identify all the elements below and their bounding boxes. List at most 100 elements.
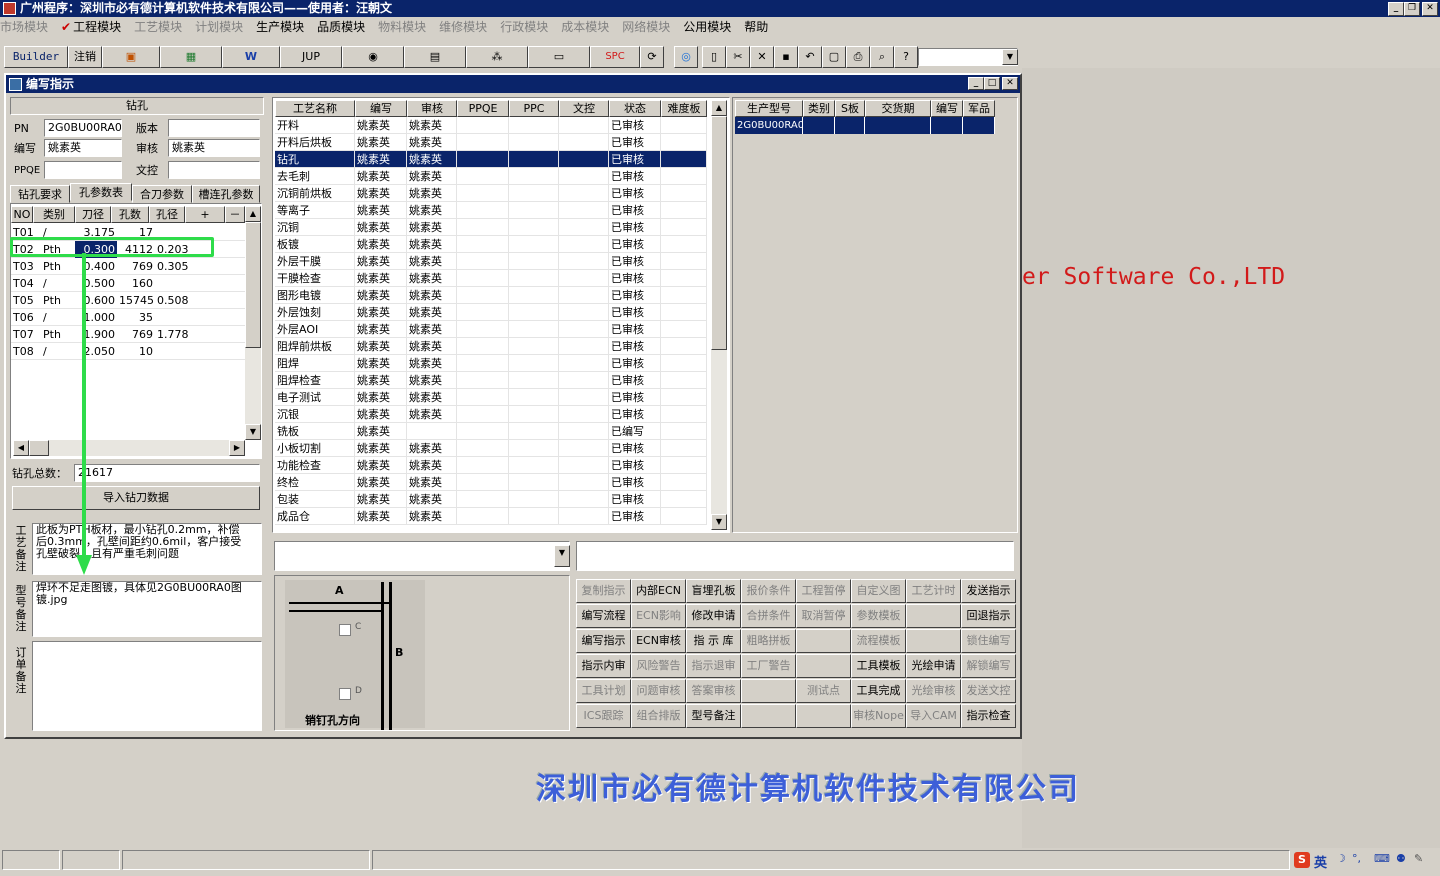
menu-item-9[interactable]: 成本模块 (561, 20, 609, 34)
chevron-down-icon[interactable]: ▼ (554, 545, 570, 567)
table-row[interactable]: T03 Pth 0.400 769 0.305 (11, 258, 245, 275)
order-col-header[interactable]: 交货期 (865, 100, 931, 117)
process-col-header[interactable]: 工艺名称 (275, 100, 355, 117)
table-row[interactable]: 沉银 姚素英 姚素英 已审核 (275, 406, 707, 423)
print-icon[interactable]: ⎙ (846, 46, 870, 68)
action-button-0-4[interactable]: 工程暂停 (796, 579, 851, 603)
spc-button[interactable]: SPC (590, 46, 640, 68)
table-row[interactable]: 去毛刺 姚素英 姚素英 已审核 (275, 168, 707, 185)
ime-mode[interactable]: 英 (1314, 852, 1327, 871)
drill-total-field[interactable]: 21617 (74, 464, 260, 482)
hscroll-thumb[interactable] (29, 440, 49, 456)
editor-field[interactable]: 姚素英 (44, 139, 122, 157)
scroll-up-icon[interactable]: ▲ (711, 100, 727, 116)
wrench-icon[interactable]: ✎ (1414, 852, 1423, 865)
order-cell[interactable] (931, 117, 963, 134)
user-icon[interactable]: ⚉ (1396, 852, 1406, 865)
table-row[interactable]: 开料后烘板 姚素英 姚素英 已审核 (275, 134, 707, 151)
action-button-3-7[interactable]: 解锁编写 (961, 654, 1016, 678)
wenkong-field[interactable] (168, 161, 260, 179)
undo-icon[interactable]: ↶ (798, 46, 822, 68)
table-row[interactable]: 钻孔 姚素英 姚素英 已审核 (275, 151, 707, 168)
table-row[interactable]: 外层蚀刻 姚素英 姚素英 已审核 (275, 304, 707, 321)
order-cell[interactable] (963, 117, 995, 134)
close-button[interactable]: ✕ (1422, 2, 1438, 16)
database-icon[interactable]: ▤ (404, 46, 466, 68)
menu-item-10[interactable]: 网络模块 (622, 20, 670, 34)
action-button-1-1[interactable]: ECN影响 (631, 604, 686, 628)
action-button-5-5[interactable]: 审核Nope (851, 704, 906, 728)
excel-icon[interactable]: ▦ (160, 46, 222, 68)
action-button-2-0[interactable]: 编写指示 (576, 629, 631, 653)
process-col-header[interactable]: 文控 (559, 100, 609, 117)
drill-hscroll[interactable]: ◀ ▶ (13, 440, 245, 456)
action-button-4-2[interactable]: 答案审核 (686, 679, 741, 703)
action-button-5-0[interactable]: ICS跟踪 (576, 704, 631, 728)
new-doc-icon[interactable]: ▯ (702, 46, 726, 68)
menu-item-4[interactable]: 生产模块 (256, 20, 304, 34)
order-cell[interactable] (835, 117, 865, 134)
network-icon[interactable]: ⁂ (466, 46, 528, 68)
table-row[interactable]: T06/1.000 35 (11, 309, 245, 326)
table-row[interactable]: T07 Pth 1.900 769 1.778 (11, 326, 245, 343)
tab-0[interactable]: 钻孔要求 (10, 185, 70, 203)
model-note-field[interactable]: 焊环不足走图镀，具体见2G0BU00RA0图镀.jpg (32, 581, 262, 637)
menu-item-7[interactable]: 维修模块 (439, 20, 487, 34)
help-icon[interactable]: ? (894, 46, 918, 68)
scroll-right-icon[interactable]: ▶ (229, 440, 245, 456)
drill-vscroll[interactable]: ▲ ▼ (245, 206, 261, 440)
action-button-1-2[interactable]: 修改申请 (686, 604, 741, 628)
action-button-0-1[interactable]: 内部ECN (631, 579, 686, 603)
order-col-header[interactable]: 编写 (931, 100, 963, 117)
menu-item-6[interactable]: 物料模块 (378, 20, 426, 34)
cut-icon[interactable]: ✂ (726, 46, 750, 68)
pin-c-checkbox[interactable] (339, 624, 351, 636)
scroll-down-icon[interactable]: ▼ (245, 424, 261, 440)
table-row[interactable]: 包装 姚素英 姚素英 已审核 (275, 491, 707, 508)
process-combo[interactable] (274, 541, 570, 571)
menu-item-11[interactable]: 公用模块 (683, 20, 731, 34)
table-row[interactable]: 开料 姚素英 姚素英 已审核 (275, 117, 707, 134)
menu-item-2[interactable]: 工艺模块 (134, 20, 182, 34)
preview-icon[interactable]: ▢ (822, 46, 846, 68)
action-button-1-5[interactable]: 参数模板 (851, 604, 906, 628)
table-row[interactable]: 外层干膜 姚素英 姚素英 已审核 (275, 253, 707, 270)
minimize-button[interactable]: _ (1388, 2, 1404, 16)
order-cell[interactable] (803, 117, 835, 134)
child-minimize-button[interactable]: _ (968, 77, 984, 90)
action-button-4-4[interactable]: 测试点 (796, 679, 851, 703)
table-row[interactable]: T08/2.050 10 (11, 343, 245, 360)
table-row[interactable]: 图形电镀 姚素英 姚素英 已审核 (275, 287, 707, 304)
table-row[interactable]: 阻焊 姚素英 姚素英 已审核 (275, 355, 707, 372)
refresh-icon[interactable]: ⟳ (640, 46, 664, 68)
save-icon[interactable]: ▪ (774, 46, 798, 68)
tab-3[interactable]: 槽连孔参数 (192, 185, 260, 203)
process-col-header[interactable]: PPQE (457, 100, 509, 117)
order-col-header[interactable]: 生产型号 (735, 100, 803, 117)
table-row[interactable]: 干膜检查 姚素英 姚素英 已审核 (275, 270, 707, 287)
action-button-2-2[interactable]: 指 示 库 (686, 629, 741, 653)
child-maximize-button[interactable]: □ (984, 77, 1000, 90)
action-button-1-0[interactable]: 编写流程 (576, 604, 631, 628)
scroll-left-icon[interactable]: ◀ (13, 440, 29, 456)
table-row[interactable]: 成品仓 姚素英 姚素英 已审核 (275, 508, 707, 525)
action-button-3-0[interactable]: 指示内审 (576, 654, 631, 678)
menu-item-0[interactable]: 市场模块 (0, 20, 48, 34)
action-button-4-5[interactable]: 工具完成 (851, 679, 906, 703)
process-col-header[interactable]: 状态 (609, 100, 661, 117)
action-button-3-6[interactable]: 光绘申请 (906, 654, 961, 678)
action-button-5-2[interactable]: 型号备注 (686, 704, 741, 728)
action-button-1-7[interactable]: 回退指示 (961, 604, 1016, 628)
order-col-header[interactable]: 军品 (963, 100, 995, 117)
word-icon[interactable]: W (222, 46, 280, 68)
computer-icon[interactable]: ▭ (528, 46, 590, 68)
moon-icon[interactable]: ☽ (1336, 852, 1346, 865)
table-row[interactable]: T05 Pth 0.600 15745 0.508 (11, 292, 245, 309)
punctuation-icon[interactable]: °, (1352, 852, 1361, 865)
table-row[interactable]: 功能检查 姚素英 姚素英 已审核 (275, 457, 707, 474)
table-row[interactable]: 铣板 姚素英 已编写 (275, 423, 707, 440)
menu-item-12[interactable]: 帮助 (744, 20, 768, 34)
ime-logo-icon[interactable]: S (1294, 852, 1310, 868)
action-button-1-4[interactable]: 取消暂停 (796, 604, 851, 628)
menu-item-5[interactable]: 品质模块 (317, 20, 365, 34)
